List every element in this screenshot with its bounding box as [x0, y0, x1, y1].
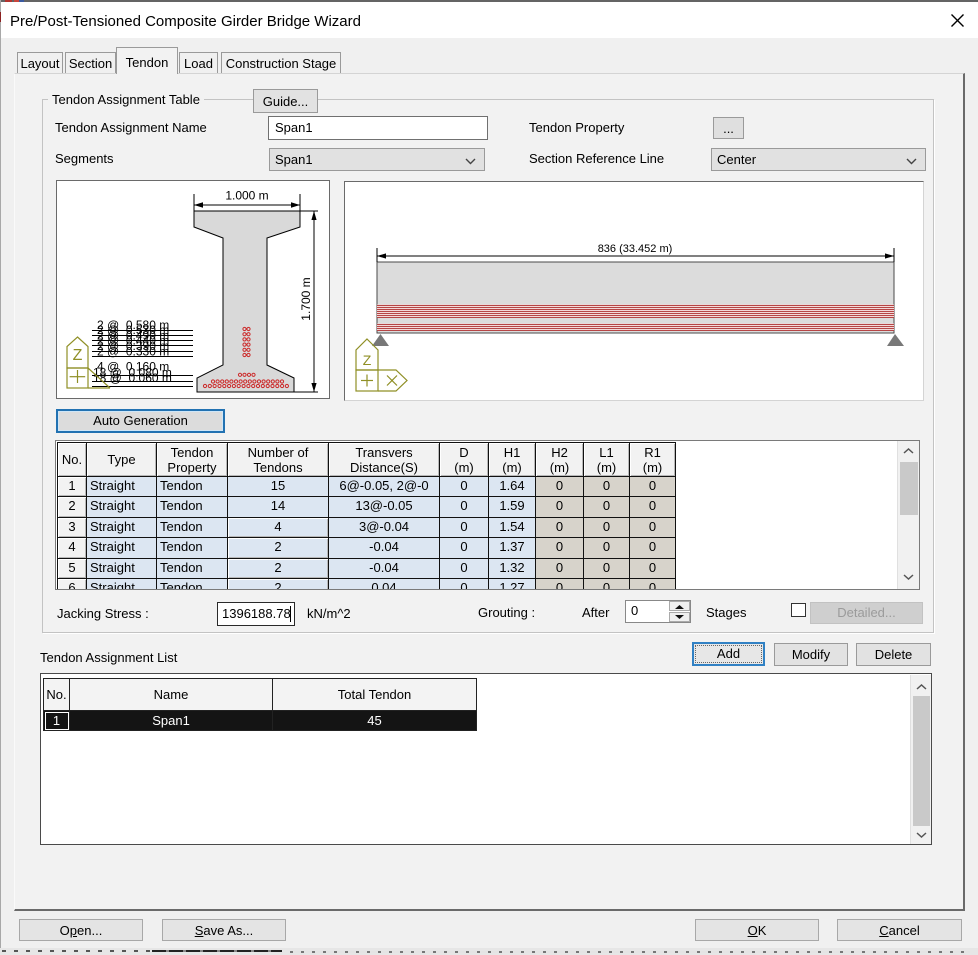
svg-text:1.000 m: 1.000 m — [225, 189, 268, 203]
svg-text:Z: Z — [363, 352, 372, 368]
svg-text:1.700 m: 1.700 m — [299, 277, 313, 320]
svg-text:836 (33.452 m): 836 (33.452 m) — [598, 243, 673, 255]
svg-text:2 @ 0.330 m: 2 @ 0.330 m — [97, 345, 169, 359]
svg-text:Z: Z — [73, 347, 83, 364]
